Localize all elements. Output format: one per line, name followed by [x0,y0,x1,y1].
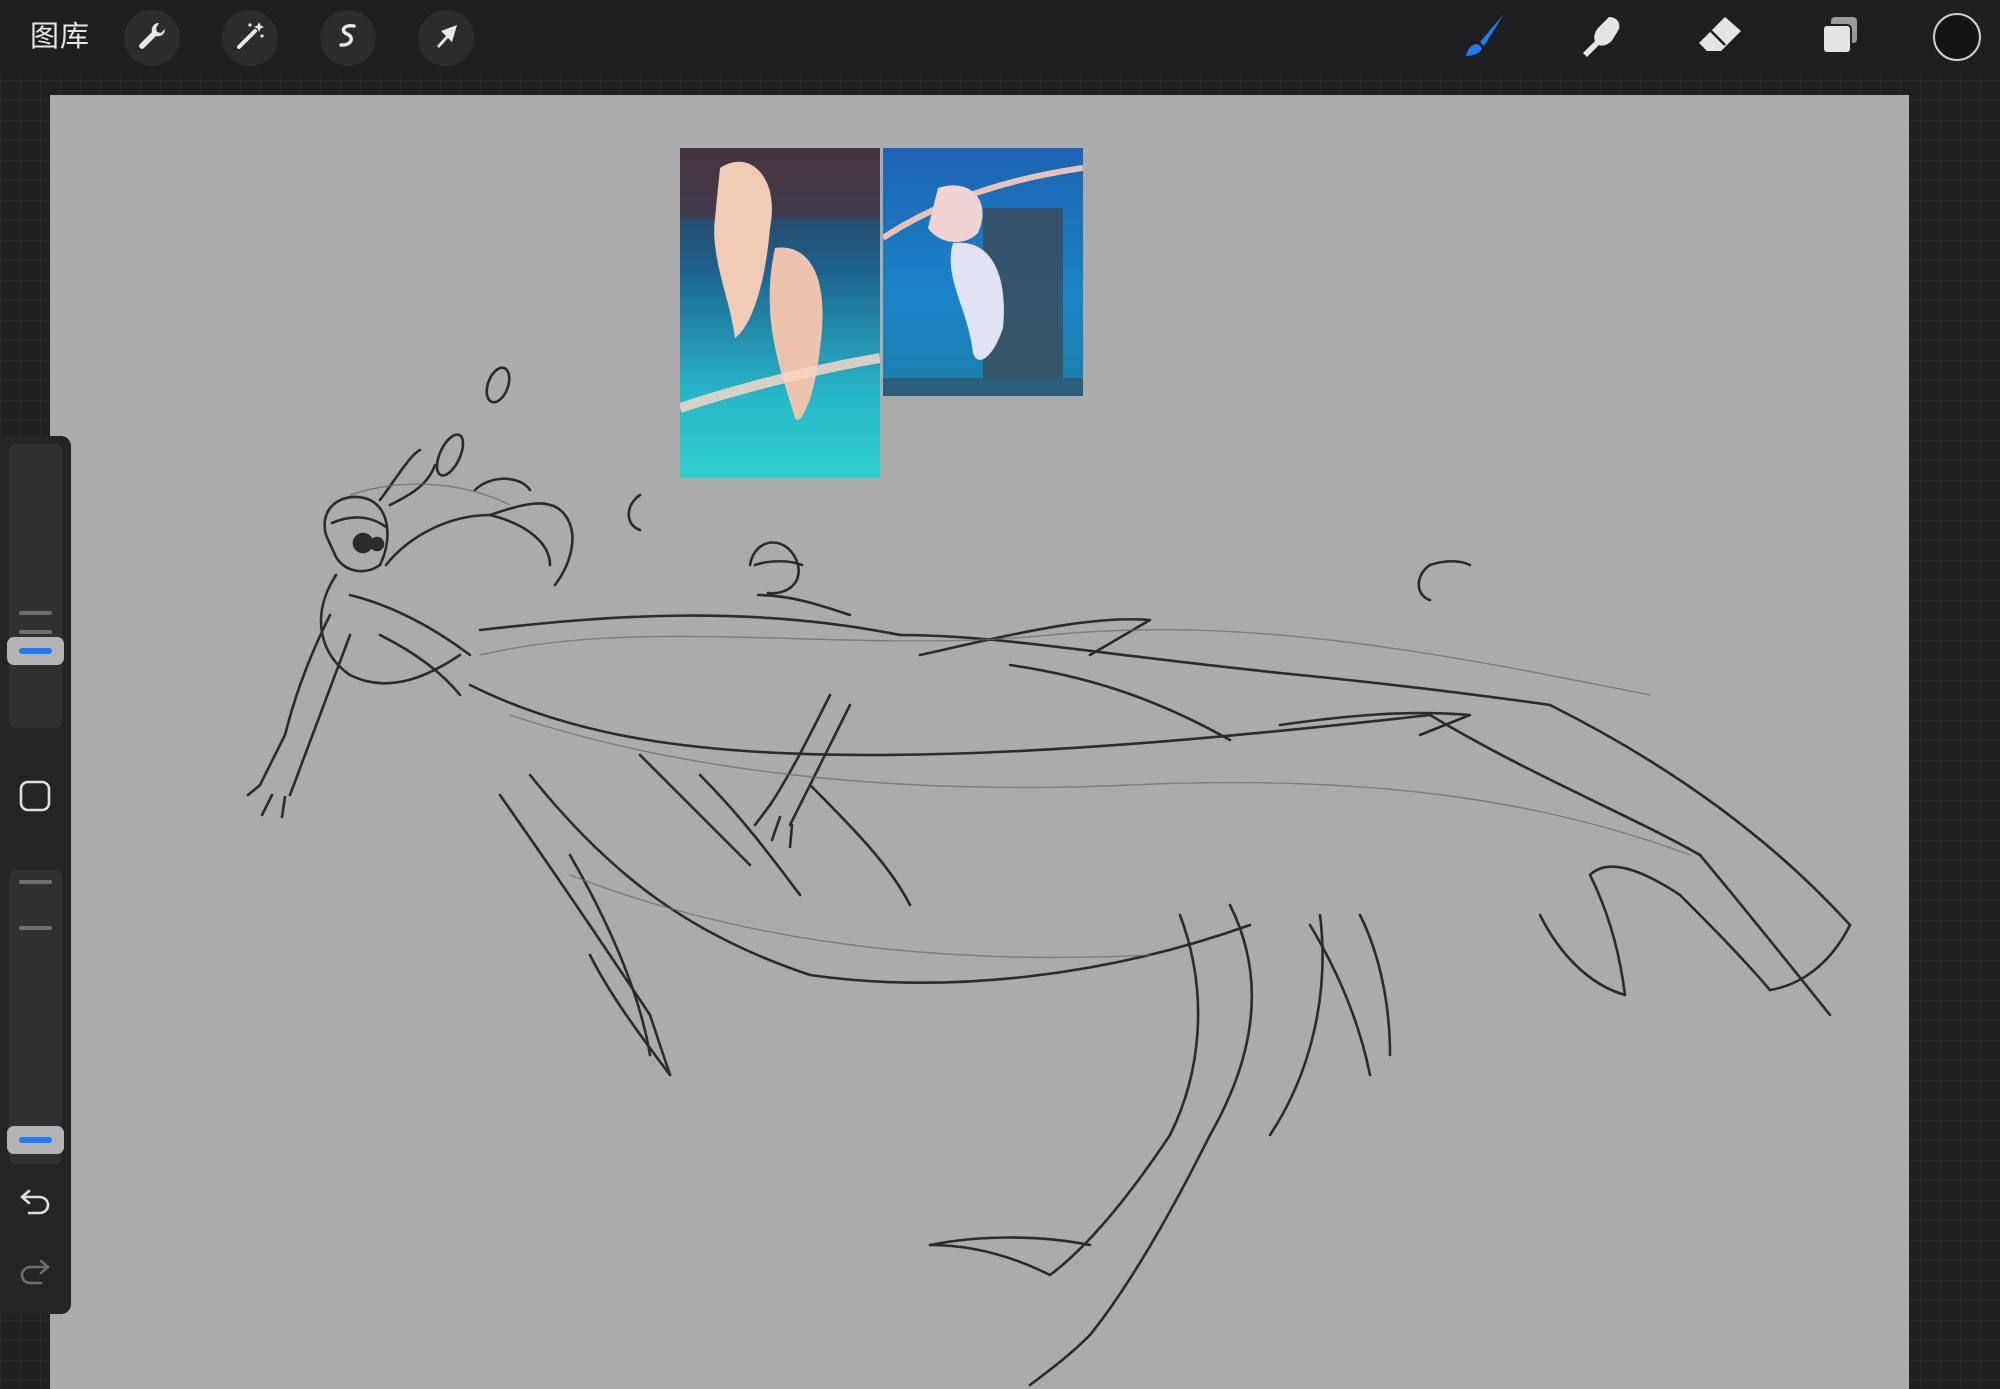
actions-button[interactable] [124,10,180,66]
brush-size-tick [19,611,52,615]
smudge-tool-button[interactable] [1572,8,1632,68]
opacity-tick [19,926,52,930]
undo-icon [17,1183,53,1224]
top-toolbar: 图库 [0,0,2000,74]
opacity-tick [19,880,52,884]
magic-wand-icon [233,19,267,58]
brush-size-thumb[interactable] [7,637,64,665]
brush-size-tick [19,630,52,634]
gallery-button[interactable]: 图库 [30,18,90,56]
redo-icon [17,1253,53,1294]
opacity-slider[interactable] [9,870,62,1164]
brush-icon [1458,10,1510,67]
modify-square-icon [18,779,52,818]
color-picker-button[interactable] [1933,13,1981,61]
selection-button[interactable] [320,10,376,66]
drawing-canvas[interactable] [50,95,1909,1389]
layers-button[interactable] [1810,8,1870,68]
opacity-thumb[interactable] [7,1126,64,1154]
brush-tool-button[interactable] [1454,8,1514,68]
left-sidebar [0,436,71,1314]
wrench-icon [135,19,169,58]
layers-icon [1815,11,1865,66]
redo-button[interactable] [13,1251,57,1295]
eraser-icon [1695,11,1745,66]
brush-size-slider[interactable] [9,444,62,728]
eraser-tool-button[interactable] [1690,8,1750,68]
arrow-cursor-icon [429,19,463,58]
selection-s-icon [331,19,365,58]
reference-photo-left[interactable] [680,148,880,478]
undo-button[interactable] [13,1181,57,1225]
reference-photo-right[interactable] [883,148,1083,396]
modify-button[interactable] [13,776,57,820]
smudge-finger-icon [1577,11,1627,66]
transform-button[interactable] [418,10,474,66]
adjustments-button[interactable] [222,10,278,66]
